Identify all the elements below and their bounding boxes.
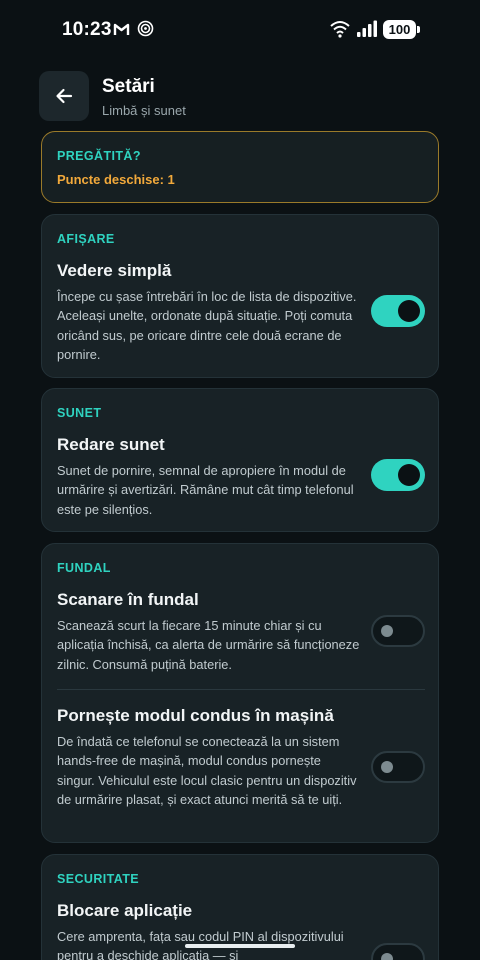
sound-section-label: SUNET: [57, 406, 102, 420]
app-lock-title: Blocare aplicație: [57, 901, 193, 920]
toggle-knob: [398, 300, 420, 322]
page-title: Setări: [102, 76, 155, 97]
status-time: 10:23: [62, 19, 112, 40]
sound-playback-description: Sunet de pornire, semnal de apropiere în…: [57, 463, 354, 517]
page-subtitle: Limbă și sunet: [102, 103, 186, 118]
toggle-knob: [381, 761, 393, 773]
signal-icon: [357, 20, 377, 37]
app-lock-toggle[interactable]: [371, 943, 425, 960]
battery-indicator: 100: [383, 20, 420, 39]
readiness-card[interactable]: PREGĂTITĂ? Puncte deschise: 1: [41, 131, 439, 203]
display-section-label: AFIȘARE: [57, 232, 115, 246]
arrow-left-icon: [56, 88, 73, 104]
car-drive-mode-toggle[interactable]: [371, 751, 425, 783]
sync-notification-icon: [137, 20, 154, 37]
home-indicator[interactable]: [185, 944, 295, 948]
section-divider: [57, 689, 425, 690]
simple-view-description: Începe cu șase întrebări în loc de lista…: [57, 289, 357, 363]
sound-playback-toggle[interactable]: [371, 459, 425, 491]
status-bar: 10:23 100: [0, 0, 480, 60]
display-section: AFIȘARE Vedere simplă Începe cu șase înt…: [41, 214, 439, 378]
toggle-knob: [398, 464, 420, 486]
car-drive-mode-title: Pornește modul condus în mașină: [57, 706, 334, 725]
gmail-icon: [113, 23, 130, 35]
toggle-knob: [381, 625, 393, 637]
simple-view-toggle[interactable]: [371, 295, 425, 327]
back-button[interactable]: [39, 71, 89, 121]
car-drive-mode-description: De îndată ce telefonul se conectează la …: [57, 734, 357, 808]
security-section-label: SECURITATE: [57, 872, 140, 886]
background-scan-title: Scanare în fundal: [57, 590, 199, 609]
simple-view-title: Vedere simplă: [57, 261, 172, 280]
background-section-label: FUNDAL: [57, 561, 111, 575]
wifi-icon: [330, 21, 350, 38]
background-scan-description: Scanează scurt la fiecare 15 minute chia…: [57, 618, 360, 672]
open-points-text: Puncte deschise: 1: [57, 172, 175, 187]
sound-playback-title: Redare sunet: [57, 435, 165, 454]
sound-section: SUNET Redare sunet Sunet de pornire, sem…: [41, 388, 439, 532]
toggle-knob: [381, 953, 393, 960]
readiness-label: PREGĂTITĂ?: [57, 149, 141, 163]
background-scan-toggle[interactable]: [371, 615, 425, 647]
background-section: FUNDAL Scanare în fundal Scanează scurt …: [41, 543, 439, 843]
